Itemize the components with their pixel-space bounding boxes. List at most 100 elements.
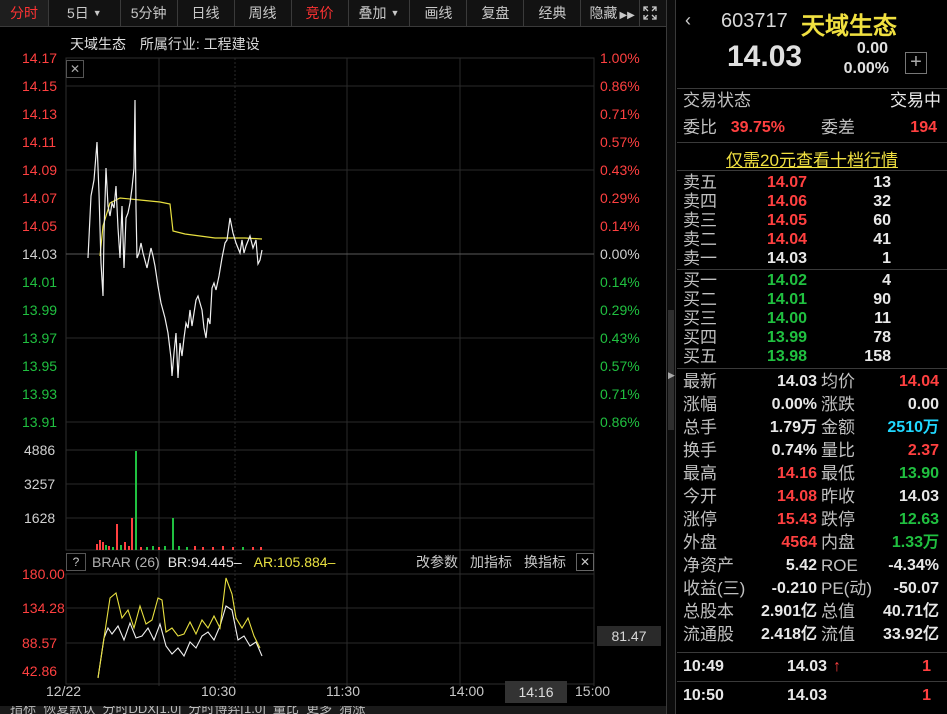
- price-axis-label: 14.01: [22, 274, 58, 290]
- stock-code: 603717: [721, 10, 788, 32]
- cursor-time-label: 14:16: [505, 681, 567, 703]
- draw-line-button[interactable]: 画线: [410, 0, 468, 26]
- ask-row[interactable]: 卖四 14.06 32: [683, 192, 941, 211]
- bid-row[interactable]: 买三 14.00 11: [683, 309, 941, 328]
- stat-row: 涨幅 0.00% 涨跌 0.00: [683, 395, 939, 414]
- stat-row: 净资产 5.42 ROE -4.34%: [683, 556, 939, 575]
- pct-axis-label: 1.00%: [600, 50, 640, 66]
- classic-button[interactable]: 经典: [524, 0, 582, 26]
- chevron-down-icon: ▼: [390, 8, 400, 18]
- pct-axis-label: 0.71%: [600, 106, 640, 122]
- tab-5day[interactable]: 5日 ▼: [49, 0, 121, 26]
- price-change: 0.00: [856, 40, 888, 57]
- price-axis-label: 14.11: [22, 134, 56, 150]
- weibi-row: 委比 39.75% 委差 194: [683, 118, 937, 137]
- ask-row[interactable]: 卖一 14.03 1: [683, 249, 941, 268]
- pct-axis-label: 0.14%: [600, 274, 640, 290]
- add-indicator-button[interactable]: 加指标: [464, 552, 518, 572]
- pct-axis-label: 0.43%: [600, 162, 640, 178]
- time-axis-label: 15:00: [575, 683, 611, 699]
- bid-row[interactable]: 买一 14.02 4: [683, 271, 941, 290]
- ask-row[interactable]: 卖二 14.04 41: [683, 230, 941, 249]
- indicator-current-value: 81.47: [597, 626, 661, 646]
- switch-indicator-button[interactable]: 换指标: [518, 552, 572, 572]
- price-axis-label: 13.93: [22, 386, 58, 402]
- weicha-value: 194: [910, 119, 937, 136]
- quote-title: ‹ 603717 天域生态: [685, 4, 947, 40]
- indicator-axis-label: 180.00: [22, 566, 65, 582]
- pct-axis-label: 0.57%: [600, 358, 640, 374]
- price-change-pct: 0.00%: [843, 60, 889, 77]
- pct-axis-label: 0.29%: [600, 190, 640, 206]
- price-line: [87, 99, 263, 379]
- close-icon[interactable]: ✕: [576, 553, 594, 571]
- volume-axis-label: 1628: [24, 510, 56, 526]
- pct-axis-label: 0.71%: [600, 386, 640, 402]
- ask-row[interactable]: 卖五 14.07 13: [683, 173, 941, 192]
- stat-row: 今开 14.08 昨收 14.03: [683, 487, 939, 506]
- weibi-value: 39.75%: [730, 119, 785, 136]
- tab-intraday[interactable]: 分时: [0, 0, 49, 26]
- price-axis-label: 13.95: [22, 358, 58, 374]
- indicator-axis-label: 42.86: [22, 663, 58, 679]
- chevron-right-icon: ▶: [668, 370, 675, 380]
- arrow-up-icon: ↑: [833, 658, 841, 675]
- replay-button[interactable]: 复盘: [467, 0, 525, 26]
- fullscreen-icon[interactable]: [638, 0, 661, 26]
- back-icon[interactable]: ‹: [685, 10, 691, 31]
- price-axis-label: 14.07: [22, 190, 58, 206]
- pct-axis-label: 0.86%: [600, 78, 640, 94]
- tab-weekly[interactable]: 周线: [235, 0, 292, 26]
- stat-row: 换手 0.74% 量比 2.37: [683, 441, 939, 460]
- price-axis-label: 13.97: [22, 330, 58, 346]
- time-axis-label: 12/22: [46, 683, 82, 699]
- pct-axis-label: 0.14%: [600, 218, 640, 234]
- tab-5min[interactable]: 5分钟: [121, 0, 178, 26]
- last-price: 14.03: [727, 40, 803, 73]
- chart-industry: 所属行业: 工程建设: [139, 36, 260, 52]
- price-axis-label: 14.05: [22, 218, 58, 234]
- tick-row: 10:50 14.03 1: [683, 687, 931, 704]
- indicator-axis-label: 88.57: [22, 635, 58, 651]
- bottom-indicator-tabs[interactable]: 指标 恢复默认 分时DDX[1.0] 分时博弈[1.0] 量比 更多 猜涨: [0, 706, 666, 714]
- chart-header: 天域生态 所属行业: 工程建设: [70, 34, 260, 54]
- hide-button[interactable]: 隐藏 ▶▶: [581, 0, 638, 26]
- stat-row: 最新 14.03 均价 14.04: [683, 372, 939, 391]
- stat-row: 涨停 15.43 跌停 12.63: [683, 510, 939, 529]
- br-value: BR:94.445–: [167, 554, 242, 570]
- pct-axis-label: 0.86%: [600, 414, 640, 430]
- quote-panel: ‹ 603717 天域生态 14.03 0.00 0.00% + 交易状态 交易…: [677, 0, 947, 714]
- panel-splitter[interactable]: ▶: [666, 0, 676, 714]
- price-axis-label: 14.15: [22, 78, 58, 94]
- indicator-name: BRAR (26): [92, 554, 160, 570]
- time-axis-label: 11:30: [326, 683, 360, 699]
- price-axis-label: 14.09: [22, 162, 58, 178]
- bid-row[interactable]: 买四 13.99 78: [683, 328, 941, 347]
- edit-params-button[interactable]: 改参数: [410, 552, 464, 572]
- price-axis-label: 14.13: [22, 106, 58, 122]
- ask-row[interactable]: 卖三 14.05 60: [683, 211, 941, 230]
- pct-axis-label: 0.57%: [600, 134, 640, 150]
- chevron-down-icon: ▼: [92, 8, 102, 18]
- tab-auction[interactable]: 竞价: [292, 0, 349, 26]
- add-watchlist-icon[interactable]: +: [905, 52, 927, 74]
- price-axis-label: 13.91: [22, 414, 58, 430]
- close-overlay-icon[interactable]: ✕: [66, 60, 84, 78]
- tab-daily[interactable]: 日线: [178, 0, 235, 26]
- level2-promo-link[interactable]: 仅需20元查看十档行情: [677, 146, 947, 171]
- ar-value: AR:105.884–: [253, 554, 336, 570]
- help-icon[interactable]: ?: [66, 553, 86, 571]
- time-axis-label: 10:30: [201, 683, 237, 699]
- indicator-header: ? BRAR (26) BR:94.445– AR:105.884– 改参数 加…: [66, 551, 594, 573]
- tick-row: 10:49 14.03 ↑ 1: [683, 655, 941, 679]
- volume-axis-label: 4886: [24, 442, 56, 458]
- pct-axis-label: 0.00%: [600, 246, 640, 262]
- chart-grid: [65, 57, 595, 686]
- pct-axis-label: 0.43%: [600, 330, 640, 346]
- bid-row[interactable]: 买二 14.01 90: [683, 290, 941, 309]
- price-axis-label: 14.17: [22, 50, 58, 66]
- stat-row: 总手 1.79万 金额 2510万: [683, 418, 939, 437]
- overlay-menu[interactable]: 叠加 ▼: [349, 0, 411, 26]
- bid-row[interactable]: 买五 13.98 158: [683, 347, 941, 366]
- stat-row: 收益(三) -0.210 PE(动) -50.07: [683, 579, 939, 598]
